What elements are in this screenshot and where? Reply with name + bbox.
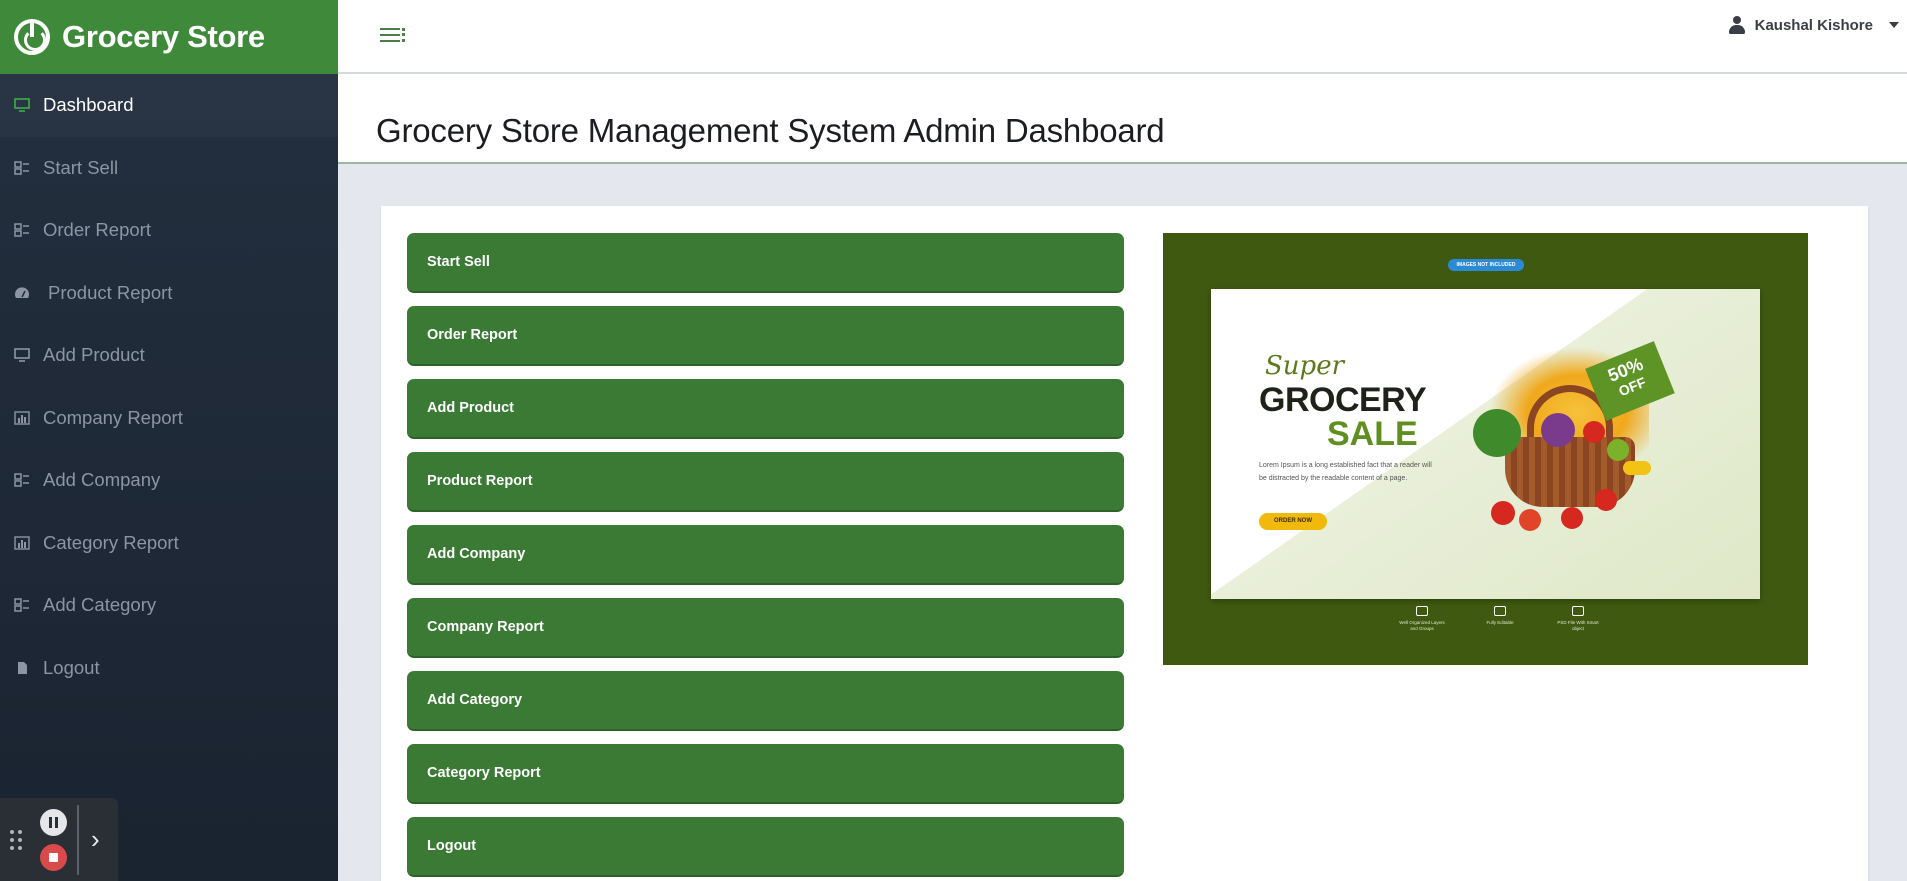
top-navbar: Kaushal Kishore	[338, 0, 1907, 74]
add-category-button[interactable]: Add Category	[407, 671, 1124, 731]
sidebar-nav: Dashboard Start Sell Order Report Produc…	[0, 74, 338, 699]
sidebar-item-add-company[interactable]: Add Company	[0, 449, 338, 512]
add-product-button[interactable]: Add Product	[407, 379, 1124, 439]
sidebar-item-company-report[interactable]: Company Report	[0, 387, 338, 450]
monitor-icon	[14, 348, 30, 363]
vegetable-shape	[1623, 461, 1651, 475]
order-now-button: ORDER NOW	[1259, 513, 1327, 530]
sidebar-item-logout[interactable]: Logout	[0, 637, 338, 700]
feature-item: PSD File With Smart object	[1554, 606, 1602, 632]
pause-icon[interactable]	[40, 808, 67, 836]
sidebar-item-add-category[interactable]: Add Category	[0, 574, 338, 637]
vegetable-shape	[1561, 507, 1583, 529]
layers-icon	[1416, 606, 1428, 616]
screen-recorder-widget: ›	[0, 798, 118, 881]
vegetable-shape	[1473, 409, 1521, 457]
grid-list-icon	[14, 223, 30, 237]
banner-features: Well Organized Layers and Groups Fully E…	[1398, 606, 1602, 632]
divider	[77, 804, 79, 875]
feature-item: Fully Editable	[1476, 606, 1524, 632]
category-report-button[interactable]: Category Report	[407, 744, 1124, 804]
logout-button[interactable]: Logout	[407, 817, 1124, 877]
start-sell-button[interactable]: Start Sell	[407, 233, 1124, 293]
sidebar-item-label: Order Report	[43, 219, 151, 241]
hamburger-icon[interactable]	[380, 28, 405, 44]
sidebar-item-dashboard[interactable]: Dashboard	[0, 74, 338, 137]
sidebar-item-label: Add Product	[43, 344, 145, 366]
user-icon	[1728, 16, 1745, 34]
chevron-right-icon[interactable]: ›	[91, 824, 100, 855]
sidebar: Grocery Store Dashboard Start Sell Order…	[0, 0, 338, 881]
add-company-button[interactable]: Add Company	[407, 525, 1124, 585]
page-title: Grocery Store Management System Admin Da…	[376, 112, 1165, 149]
vegetable-shape	[1583, 421, 1605, 443]
product-report-button[interactable]: Product Report	[407, 452, 1124, 512]
vegetable-shape	[1541, 413, 1575, 447]
sidebar-item-product-report[interactable]: Product Report	[0, 262, 338, 325]
banner-headline-2: SALE	[1327, 415, 1418, 453]
sidebar-item-label: Company Report	[43, 406, 183, 428]
vegetable-shape	[1491, 501, 1515, 525]
grid-list-icon	[14, 598, 30, 612]
gauge-icon	[14, 286, 30, 300]
sidebar-item-label: Dashboard	[43, 94, 134, 116]
monitor-icon	[14, 98, 30, 113]
sidebar-item-label: Add Category	[43, 594, 157, 616]
order-report-button[interactable]: Order Report	[407, 306, 1124, 366]
user-name: Kaushal Kishore	[1754, 16, 1873, 34]
drag-handle-icon[interactable]	[10, 825, 32, 855]
brand-header[interactable]: Grocery Store	[0, 0, 338, 74]
sidebar-item-label: Add Company	[43, 469, 161, 491]
feature-text: Fully Editable	[1486, 620, 1514, 625]
vegetable-shape	[1519, 509, 1541, 531]
file-icon	[14, 661, 30, 675]
banner-super-text: Super	[1265, 351, 1345, 381]
vegetable-shape	[1595, 489, 1617, 511]
action-button-list: Start Sell Order Report Add Product Prod…	[407, 233, 1124, 881]
bar-chart-icon	[14, 411, 30, 425]
sidebar-item-add-product[interactable]: Add Product	[0, 324, 338, 387]
brand-title: Grocery Store	[62, 19, 265, 54]
caret-down-icon	[1889, 22, 1899, 28]
grid-list-icon	[14, 161, 30, 175]
grid-list-icon	[14, 473, 30, 487]
vegetable-shape	[1607, 439, 1629, 461]
images-note-badge: IMAGES NOT INCLUDED	[1448, 259, 1524, 271]
feature-text: Well Organized Layers and Groups	[1399, 620, 1445, 631]
stop-icon[interactable]	[40, 843, 67, 871]
edit-icon	[1494, 606, 1506, 616]
banner-body-text: Lorem Ipsum is a long established fact t…	[1259, 462, 1432, 482]
folder-icon	[1572, 606, 1584, 616]
feature-text: PSD File With Smart object	[1557, 620, 1599, 631]
sidebar-item-order-report[interactable]: Order Report	[0, 199, 338, 262]
page-header: Grocery Store Management System Admin Da…	[338, 74, 1907, 164]
user-menu[interactable]: Kaushal Kishore	[1728, 16, 1907, 34]
sidebar-item-category-report[interactable]: Category Report	[0, 512, 338, 575]
dashboard-card: Start Sell Order Report Add Product Prod…	[381, 206, 1868, 881]
sidebar-item-start-sell[interactable]: Start Sell	[0, 137, 338, 200]
sidebar-item-label: Logout	[43, 656, 100, 678]
grocery-sale-banner: IMAGES NOT INCLUDED 50% OFF Super GROCER…	[1163, 233, 1808, 665]
sidebar-item-label: Start Sell	[43, 156, 119, 178]
company-report-button[interactable]: Company Report	[407, 598, 1124, 658]
bar-chart-icon	[14, 536, 30, 550]
sidebar-item-label: Product Report	[48, 281, 173, 303]
feature-item: Well Organized Layers and Groups	[1398, 606, 1446, 632]
sidebar-item-label: Category Report	[43, 531, 179, 553]
banner-preview: 50% OFF Super GROCERY SALE Lorem Ipsum i…	[1211, 289, 1760, 599]
power-logo-icon	[14, 19, 50, 55]
